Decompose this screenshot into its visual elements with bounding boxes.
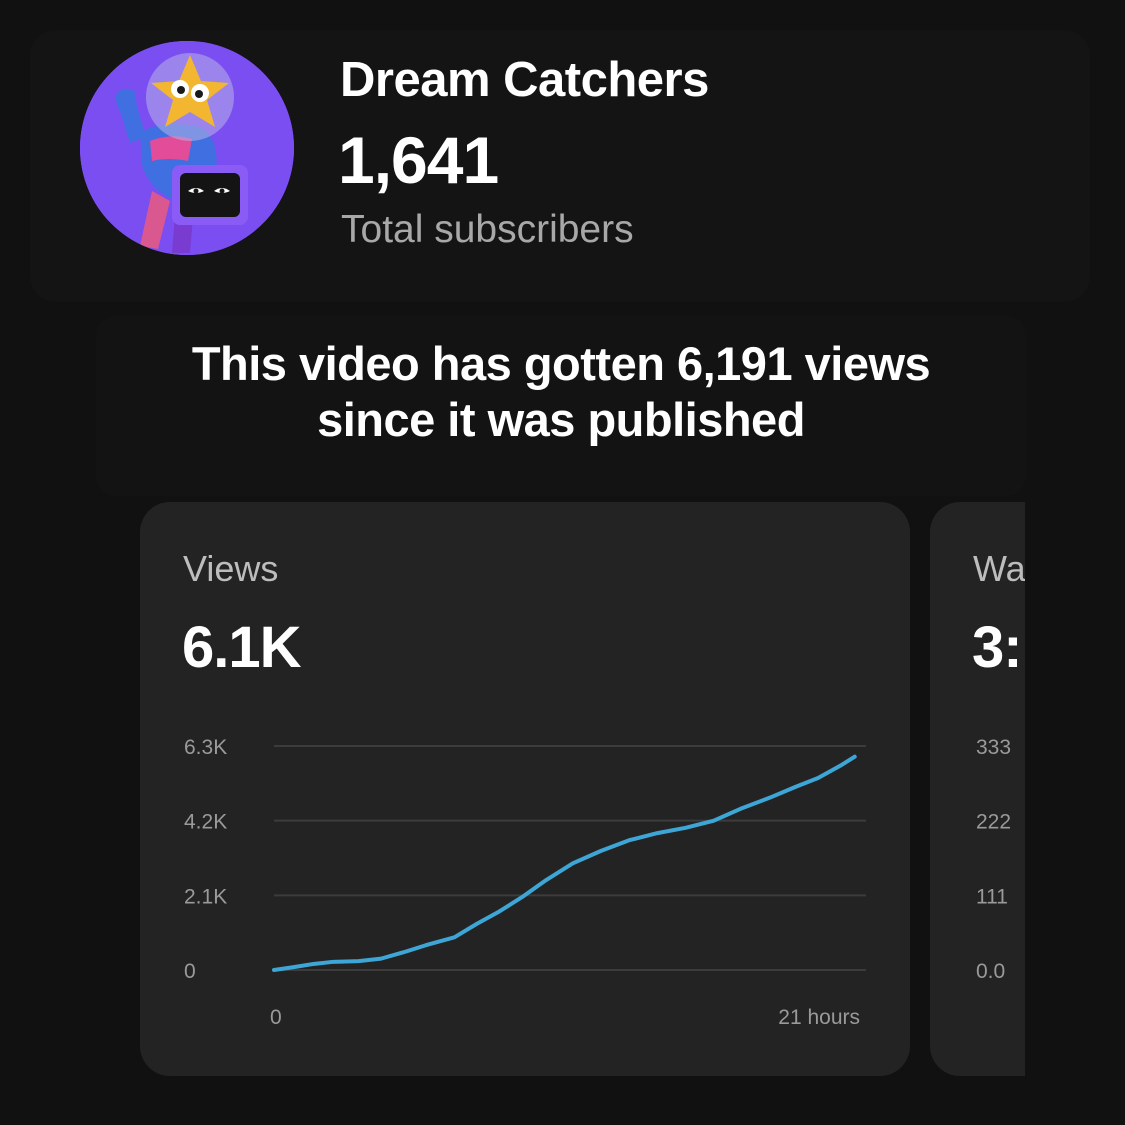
subscriber-count: 1,641 bbox=[338, 123, 499, 197]
subscriber-label: Total subscribers bbox=[341, 208, 634, 251]
x-tick-label: 21 hours bbox=[778, 1006, 860, 1029]
y-tick-label: 333 bbox=[976, 736, 1011, 759]
y-tick-label: 111 bbox=[976, 885, 1008, 908]
x-tick-label: 0 bbox=[270, 1006, 282, 1029]
headline-line-2: since it was published bbox=[317, 393, 805, 446]
y-tick-label: 0 bbox=[184, 960, 196, 983]
views-card[interactable]: Views 6.1K 0 2.1K 4.2K 6.3K 0 21 hours bbox=[140, 502, 910, 1076]
mascot-avatar-icon bbox=[80, 41, 294, 255]
watch-chart: 0.0 111 222 333 bbox=[976, 736, 1011, 983]
channel-name: Dream Catchers bbox=[340, 53, 709, 107]
views-headline: This video has gotten 6,191 views since … bbox=[96, 336, 1026, 448]
views-series-line bbox=[272, 754, 857, 972]
views-chart: 0 2.1K 4.2K 6.3K 0 21 hours bbox=[184, 736, 866, 1029]
y-tick-label: 6.3K bbox=[184, 736, 227, 759]
y-tick-label: 2.1K bbox=[184, 885, 227, 908]
channel-avatar[interactable] bbox=[80, 41, 294, 255]
watch-time-card[interactable]: Wa 3: 0.0 111 222 333 bbox=[930, 502, 1025, 1076]
y-tick-label: 4.2K bbox=[184, 811, 227, 834]
y-tick-label: 0.0 bbox=[976, 960, 1005, 983]
y-tick-label: 222 bbox=[976, 811, 1011, 834]
headline-line-1: This video has gotten 6,191 views bbox=[191, 337, 931, 390]
